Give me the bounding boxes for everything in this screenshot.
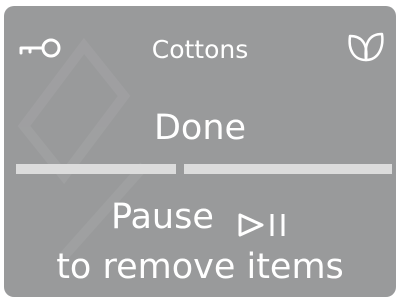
instruction-line-2: to remove items (56, 247, 344, 287)
instruction-pause-label: Pause (110, 197, 214, 237)
progress-bar (16, 164, 392, 174)
leaf-icon (344, 30, 388, 64)
program-title: Cottons (151, 35, 249, 64)
progress-segment (184, 164, 392, 174)
instruction-line-1: Pause (4, 192, 396, 242)
play-pause-icon (237, 202, 289, 237)
progress-segment (16, 164, 176, 174)
status-text: Done (153, 108, 247, 148)
instruction-message: Pause to remove items (4, 192, 396, 292)
washer-display-panel: Cottons Done Pause to remove items (4, 6, 396, 297)
key-icon (18, 36, 64, 60)
